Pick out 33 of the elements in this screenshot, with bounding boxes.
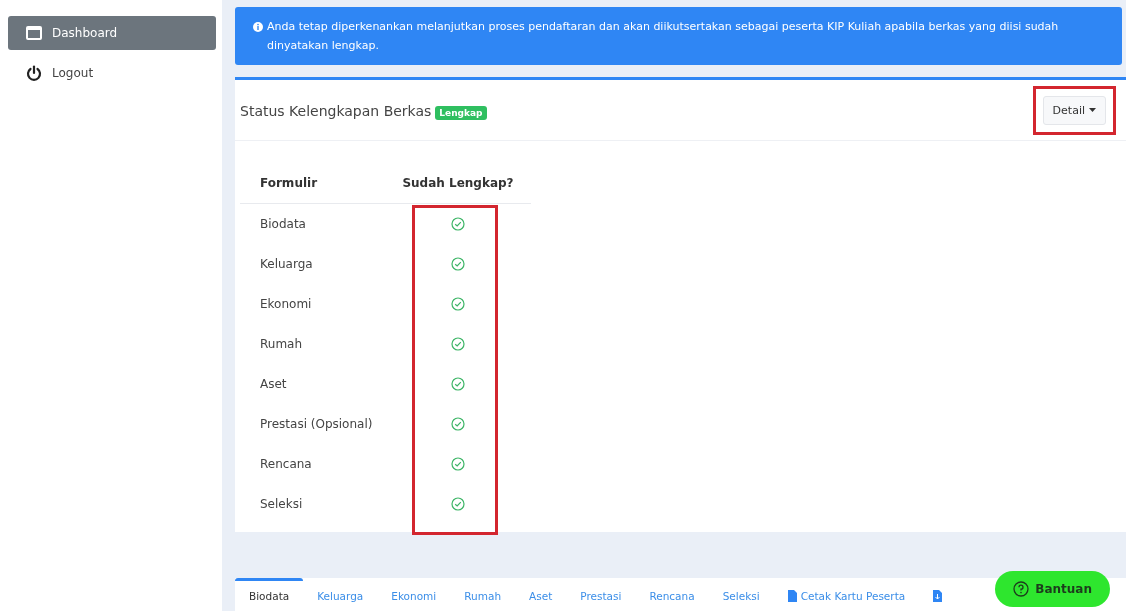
caret-icon [1089, 108, 1096, 112]
table-cell-text: Rencana [259, 456, 313, 473]
tab[interactable]: Biodata [235, 578, 304, 611]
column-header: Sudah Lengkap? [385, 163, 531, 204]
status-badge: Lengkap [435, 105, 487, 120]
table-cell-text: Keluarga [259, 256, 314, 273]
table-cell-text: Seleksi [259, 496, 304, 513]
tab[interactable]: Prestasi [566, 578, 636, 611]
window-icon [26, 26, 42, 40]
file-download-icon [933, 590, 943, 602]
table-cell-text: Prestasi (Opsional) [259, 416, 374, 433]
file-icon [787, 590, 797, 602]
table-cell-text: Biodata [259, 216, 307, 233]
tab[interactable]: Rencana [635, 578, 709, 611]
sidebar-item[interactable]: Dashboard [8, 16, 216, 50]
help-icon [1013, 581, 1030, 597]
power-icon [26, 65, 42, 81]
column-header: Formulir [240, 163, 385, 204]
tab[interactable]: Ekonomi [377, 578, 451, 611]
info-icon [253, 22, 263, 32]
tab[interactable]: Rumah [450, 578, 516, 611]
alert-text: Anda tetap diperkenankan melanjutkan proses pendaftaran dan akan diikutsertakan sebagai peserta KIP Kuliah apabila berkas yang diisi sudah dinyatakan lengkap. [267, 19, 1060, 54]
tab[interactable]: Cetak Kartu Peserta [773, 578, 920, 611]
tab[interactable]: Keluarga [303, 578, 378, 611]
tab[interactable]: Seleksi [708, 578, 774, 611]
sidebar-item[interactable]: Logout [8, 56, 216, 90]
table-cell-text: Rumah [259, 336, 304, 353]
help-button[interactable]: Bantuan [995, 571, 1110, 607]
table-cell-text: Ekonomi [259, 296, 313, 313]
detail-button[interactable]: Detail [1042, 95, 1106, 125]
table-cell-text: Aset [259, 376, 288, 393]
tab[interactable]: Aset [515, 578, 567, 611]
card-title: Status Kelengkapan Berkas [240, 102, 432, 119]
